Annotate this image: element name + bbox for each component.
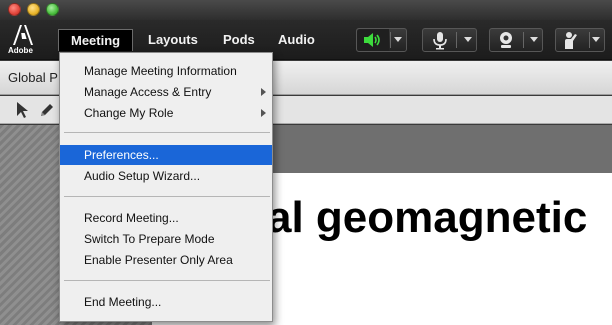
microphone-control[interactable] [422,28,477,52]
microphone-icon [433,32,447,50]
menu-item-record-meeting[interactable]: Record Meeting... [60,208,272,228]
menu-item-end-meeting[interactable]: End Meeting... [60,292,272,312]
menu-item-change-my-role[interactable]: Change My Role [60,103,272,123]
webcam-control[interactable] [489,28,543,52]
speaker-toggle-button[interactable] [357,29,389,51]
adobe-logo-text: Adobe [8,46,33,55]
speaker-control[interactable] [356,28,407,52]
menu-item-switch-to-prepare-mode[interactable]: Switch To Prepare Mode [60,229,272,249]
zoom-window-button[interactable] [46,3,59,16]
menu-meeting[interactable]: Meeting [58,29,134,51]
raise-hand-icon [565,32,577,49]
status-options-chevron-down-icon[interactable] [592,37,600,42]
raise-hand-button[interactable] [556,29,588,51]
speaker-icon [364,33,380,47]
menu-divider [64,280,270,281]
submenu-arrow-icon [261,109,266,117]
menu-item-label: Manage Access & Entry [84,85,212,99]
pencil-tool-icon[interactable] [38,101,56,119]
menu-layouts[interactable]: Layouts [136,29,210,51]
pointer-tool-icon[interactable] [13,101,31,119]
webcam-icon [500,32,512,48]
menu-item-manage-meeting-information[interactable]: Manage Meeting Information [60,61,272,81]
window-titlebar [0,0,612,20]
speaker-options-chevron-down-icon[interactable] [394,37,402,42]
webcam-options-chevron-down-icon[interactable] [530,37,538,42]
microphone-toggle-button[interactable] [423,29,455,51]
slide-heading: al geomagnetic [267,193,588,242]
menu-item-preferences[interactable]: Preferences... [60,145,272,165]
adobe-logo-icon [13,25,33,45]
menu-divider [64,132,270,133]
adobe-logo: Adobe [8,24,36,56]
meeting-menu-dropdown: Manage Meeting Information Manage Access… [59,52,273,322]
webcam-toggle-button[interactable] [490,29,522,51]
close-window-button[interactable] [8,3,21,16]
submenu-arrow-icon [261,88,266,96]
pod-title: Global P [8,70,58,85]
menu-pods[interactable]: Pods [211,29,267,51]
menu-item-enable-presenter-only-area[interactable]: Enable Presenter Only Area [60,250,272,270]
menu-item-audio-setup-wizard[interactable]: Audio Setup Wizard... [60,166,272,186]
menu-audio[interactable]: Audio [266,29,327,51]
minimize-window-button[interactable] [27,3,40,16]
menu-item-manage-access-entry[interactable]: Manage Access & Entry [60,82,272,102]
menu-divider [64,196,270,197]
microphone-options-chevron-down-icon[interactable] [464,37,472,42]
menu-item-label: Change My Role [84,106,174,120]
raise-hand-control[interactable] [555,28,605,52]
